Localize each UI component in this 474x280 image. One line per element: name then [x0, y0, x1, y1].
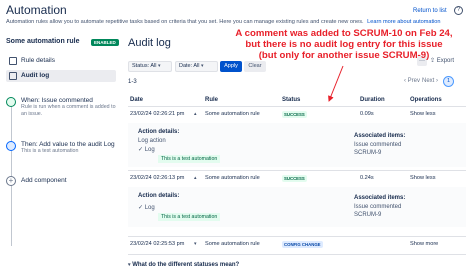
annotation-arrow: [328, 65, 344, 102]
